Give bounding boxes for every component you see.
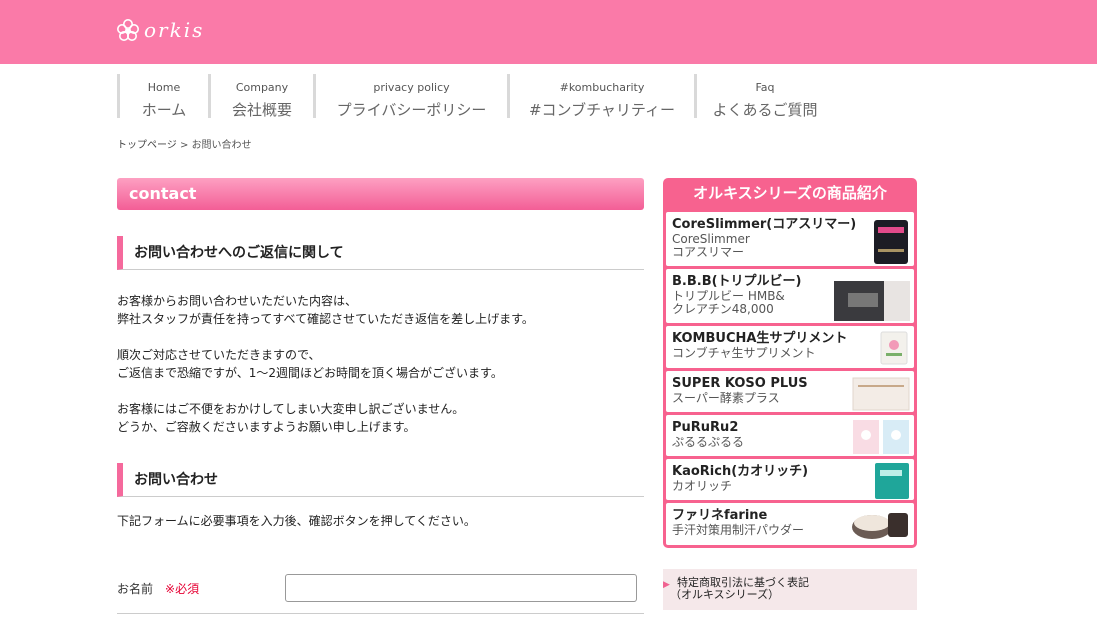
- product-list: オルキスシリーズの商品紹介 CoreSlimmer(コアスリマー) CoreSl…: [663, 178, 917, 548]
- nav-item-faq[interactable]: Faq よくあるご質問: [694, 74, 833, 119]
- main-content: contact お問い合わせへのご返信に関して お客様からお問い合わせいただいた…: [117, 178, 644, 614]
- product-item-pururu2[interactable]: PuRuRu2 ぷるるぷるる: [666, 415, 914, 456]
- nav-item-jp-label: よくあるご質問: [712, 101, 818, 119]
- nav-item-jp-label: #コンブチャリティー: [528, 101, 676, 119]
- nav-item-kombucharity[interactable]: #kombucharity #コンブチャリティー: [507, 74, 694, 119]
- form-row-name: お名前 ※必須: [117, 574, 644, 614]
- farine-package-icon: [852, 513, 908, 539]
- product-item-super-koso-plus[interactable]: SUPER KOSO PLUS スーパー酵素プラス: [666, 371, 914, 412]
- orchid-flower-icon: [117, 19, 139, 41]
- reply-paragraph-3: お客様にはご不便をおかけしてしまい大変申し訳ございません。 どうか、ご容赦くださ…: [117, 400, 644, 436]
- nav-item-en-label: #kombucharity: [559, 81, 645, 94]
- site-logo[interactable]: orkis: [116, 18, 204, 42]
- name-input[interactable]: [285, 574, 637, 602]
- tokusho-link[interactable]: ▶ 特定商取引法に基づく表記 （オルキスシリーズ）: [663, 569, 917, 610]
- kaorich-package-icon: [875, 463, 909, 499]
- tokusho-link-line2: （オルキスシリーズ）: [670, 588, 780, 601]
- nav-item-en-label: Home: [147, 81, 181, 94]
- nav-item-privacy-policy[interactable]: privacy policy プライバシーポリシー: [313, 74, 507, 119]
- product-item-bbb[interactable]: B.B.B(トリプルビー) トリプルビー HMB& クレアチン48,000: [666, 269, 914, 323]
- breadcrumb-home-link[interactable]: トップページ: [117, 140, 177, 151]
- product-item-kombucha[interactable]: KOMBUCHA生サプリメント コンブチャ生サプリメント: [666, 326, 914, 368]
- reply-paragraph-1: お客様からお問い合わせいただいた内容は、 弊社スタッフが責任を持ってすべて確認さ…: [117, 292, 644, 328]
- text-line: お客様からお問い合わせいただいた内容は、: [117, 294, 358, 308]
- text-line: お客様にはご不便をおかけしてしまい大変申し訳ございません。: [117, 402, 465, 416]
- nav-item-jp-label: ホーム: [141, 101, 187, 119]
- product-item-farine[interactable]: ファリネfarine 手汗対策用制汗パウダー: [666, 503, 914, 545]
- chevron-right-icon: ▶: [663, 580, 670, 590]
- product-list-title: オルキスシリーズの商品紹介: [693, 184, 887, 202]
- name-label: お名前 ※必須: [117, 580, 199, 597]
- nav-item-en-label: Company: [235, 81, 289, 94]
- nav-item-jp-label: プライバシーポリシー: [336, 101, 487, 119]
- text-line: ご返信まで恐縮ですが、1〜2週間ほどお時間を頂く場合がございます。: [117, 366, 503, 380]
- form-intro-text: 下記フォームに必要事項を入力後、確認ボタンを押してください。: [117, 514, 476, 528]
- page-title-bar: contact: [117, 178, 644, 210]
- kombucha-package-icon: [880, 331, 908, 365]
- sidebar: オルキスシリーズの商品紹介 CoreSlimmer(コアスリマー) CoreSl…: [663, 178, 917, 622]
- nav-item-jp-label: 会社概要: [231, 101, 292, 119]
- required-mark: ※必須: [165, 582, 200, 596]
- product-item-kaorich[interactable]: KaoRich(カオリッチ) カオリッチ: [666, 459, 914, 500]
- breadcrumb-separator: >: [176, 140, 192, 151]
- site-header: orkis: [0, 0, 1097, 64]
- text-line: 順次ご対応させていただきますので、: [117, 348, 321, 362]
- bbb-package-icon: [834, 281, 910, 321]
- brand-name: orkis: [144, 18, 205, 42]
- reply-paragraph-2: 順次ご対応させていただきますので、 ご返信まで恐縮ですが、1〜2週間ほどお時間を…: [117, 346, 644, 382]
- text-line: どうか、ご容赦くださいますようお願い申し上げます。: [117, 420, 416, 434]
- pururu2-package-icon: [853, 420, 909, 454]
- breadcrumb: トップページ > お問い合わせ: [117, 136, 252, 151]
- nav-item-en-label: privacy policy: [373, 81, 450, 94]
- name-label-text: お名前: [117, 582, 154, 596]
- super-koso-package-icon: [852, 377, 910, 411]
- nav-item-company[interactable]: Company 会社概要: [208, 74, 313, 119]
- text-line: 弊社スタッフが責任を持ってすべて確認させていただき返信を差し上げます。: [117, 312, 534, 326]
- product-item-coreslimmer[interactable]: CoreSlimmer(コアスリマー) CoreSlimmer コアスリマー: [666, 212, 914, 266]
- coreslimmer-package-icon: [874, 220, 908, 264]
- section-title-reply: お問い合わせへのご返信に関して: [117, 236, 644, 270]
- global-nav: Home ホーム Company 会社概要 privacy policy プライ…: [117, 74, 833, 119]
- breadcrumb-current: お問い合わせ: [191, 140, 252, 151]
- nav-item-home[interactable]: Home ホーム: [117, 74, 208, 119]
- section-title-inquiry: お問い合わせ: [117, 463, 644, 497]
- nav-item-en-label: Faq: [755, 81, 775, 94]
